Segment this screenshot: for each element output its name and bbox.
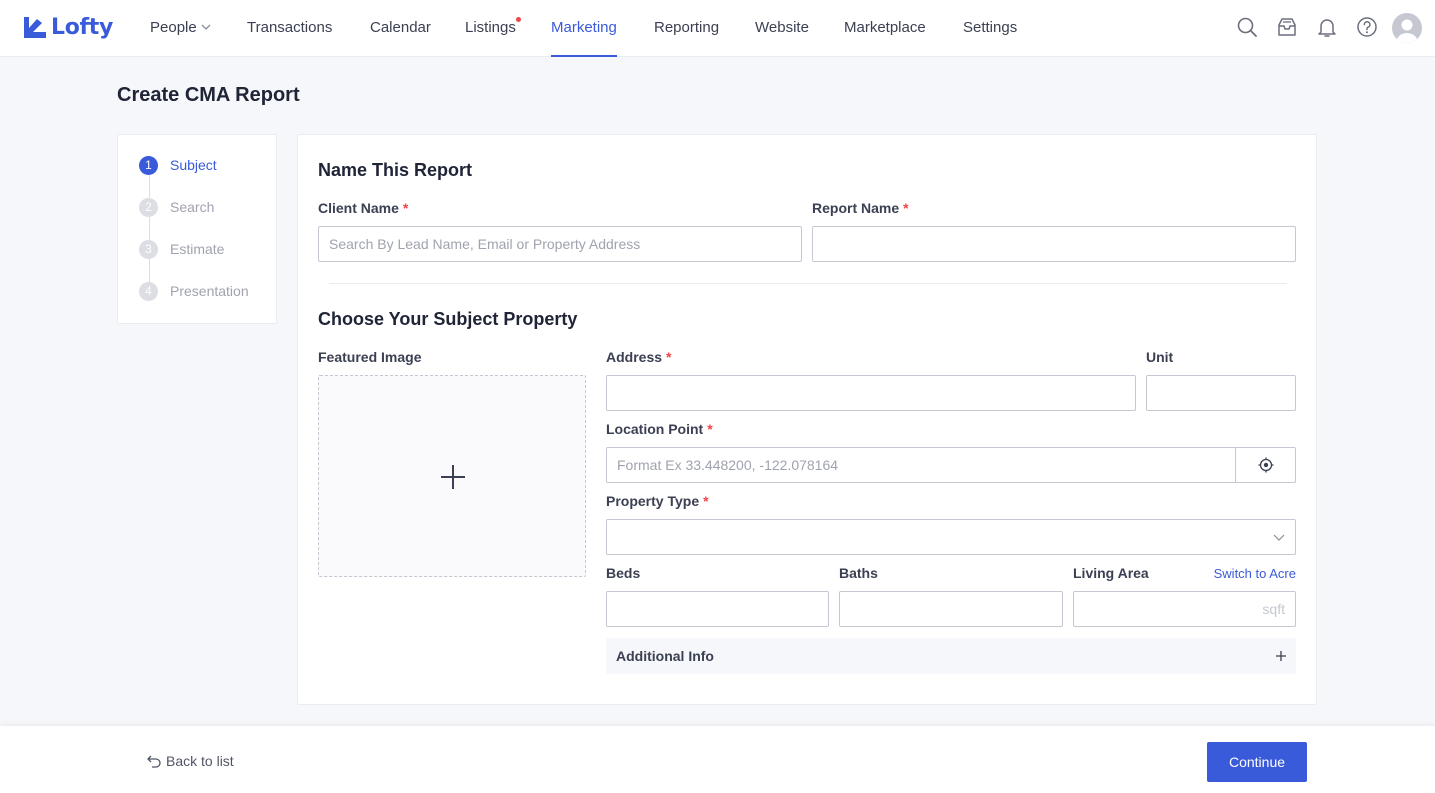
continue-button[interactable]: Continue <box>1207 742 1307 782</box>
logo-mark-icon <box>24 17 46 38</box>
nav-listings-label: Listings <box>465 19 516 36</box>
beds-label: Beds <box>606 565 641 581</box>
area-unit-suffix: sqft <box>1262 601 1285 617</box>
client-name-label-text: Client Name <box>318 200 399 216</box>
property-type-select[interactable] <box>606 519 1296 555</box>
location-point-label: Location Point * <box>606 421 713 437</box>
client-name-input[interactable]: Search By Lead Name, Email or Property A… <box>318 226 802 262</box>
name-section-title: Name This Report <box>318 160 473 180</box>
nav-transactions-label: Transactions <box>247 19 333 36</box>
nav-people-label: People <box>150 19 197 36</box>
property-type-label: Property Type * <box>606 493 709 509</box>
nav-settings-label: Settings <box>963 19 1018 36</box>
step-connector <box>149 175 150 198</box>
section-divider <box>329 283 1287 284</box>
additional-info-label: Additional Info <box>616 648 714 664</box>
step-number: 2 <box>139 197 158 217</box>
nav-listings[interactable]: Listings <box>465 0 521 57</box>
footer-bar: Back to list Continue <box>0 726 1435 793</box>
notification-dot <box>515 17 521 22</box>
client-name-placeholder: Search By Lead Name, Email or Property A… <box>329 236 641 252</box>
step-label: Subject <box>170 157 217 173</box>
nav-website[interactable]: Website <box>755 0 809 57</box>
subject-section-title: Choose Your Subject Property <box>318 309 578 329</box>
report-name-input[interactable] <box>812 226 1296 262</box>
property-type-label-text: Property Type <box>606 493 700 509</box>
required-mark: * <box>402 200 409 216</box>
step-number: 3 <box>139 239 158 259</box>
nav-settings[interactable]: Settings <box>963 0 1017 57</box>
additional-info-toggle[interactable]: Additional Info <box>606 638 1296 674</box>
living-area-input[interactable]: sqft <box>1073 591 1296 627</box>
nav-marketing-label: Marketing <box>551 19 617 36</box>
avatar[interactable] <box>1392 13 1422 43</box>
bell-icon[interactable] <box>1316 16 1338 38</box>
undo-arrow-icon <box>147 755 161 768</box>
user-avatar-icon <box>1396 19 1418 43</box>
location-point-label-text: Location Point <box>606 421 704 437</box>
step-connector <box>149 217 150 240</box>
step-label: Estimate <box>170 241 225 257</box>
report-form-card: Name This Report Client Name * Search By … <box>297 134 1317 705</box>
featured-image-label: Featured Image <box>318 349 422 365</box>
back-to-list-link[interactable]: Back to list <box>147 753 234 769</box>
search-icon[interactable] <box>1236 16 1258 38</box>
switch-to-acre-link[interactable]: Switch to Acre <box>1214 566 1296 581</box>
locate-icon <box>1258 457 1274 473</box>
address-label: Address * <box>606 349 671 365</box>
plus-icon <box>441 465 465 489</box>
step-connector <box>149 259 150 282</box>
step-number: 1 <box>139 155 158 175</box>
inbox-icon[interactable] <box>1276 16 1298 38</box>
chevron-down-icon <box>1273 534 1285 541</box>
report-name-label-text: Report Name <box>812 200 900 216</box>
page-title: Create CMA Report <box>117 84 300 106</box>
nav-calendar[interactable]: Calendar <box>370 0 431 57</box>
required-mark: * <box>707 421 713 437</box>
logo-text: Lofty <box>51 14 114 40</box>
nav-transactions[interactable]: Transactions <box>247 0 332 57</box>
required-mark: * <box>703 493 709 509</box>
top-navigation: Lofty People Transactions Calendar Listi… <box>0 0 1435 57</box>
nav-website-label: Website <box>755 19 809 36</box>
step-presentation[interactable]: 4 Presentation <box>139 281 249 301</box>
location-point-placeholder: Format Ex 33.448200, -122.078164 <box>617 457 839 473</box>
help-icon[interactable] <box>1356 16 1378 38</box>
plus-icon <box>1276 651 1286 661</box>
step-label: Search <box>170 199 215 215</box>
required-mark: * <box>903 200 909 216</box>
nav-marketplace-label: Marketplace <box>844 19 926 36</box>
step-search[interactable]: 2 Search <box>139 197 214 217</box>
nav-reporting[interactable]: Reporting <box>654 0 719 57</box>
nav-people[interactable]: People <box>150 0 212 57</box>
nav-calendar-label: Calendar <box>370 19 431 36</box>
location-point-input[interactable]: Format Ex 33.448200, -122.078164 <box>606 447 1296 483</box>
locate-button[interactable] <box>1235 448 1295 482</box>
report-name-label: Report Name * <box>812 200 909 216</box>
logo[interactable]: Lofty <box>22 14 113 40</box>
nav-reporting-label: Reporting <box>654 19 720 36</box>
steps-panel: 1 Subject 2 Search 3 Estimate 4 Presenta… <box>117 134 277 324</box>
chevron-down-icon <box>201 24 211 30</box>
step-estimate[interactable]: 3 Estimate <box>139 239 224 259</box>
step-subject[interactable]: 1 Subject <box>139 155 217 175</box>
baths-input[interactable] <box>839 591 1063 627</box>
step-label: Presentation <box>170 283 249 299</box>
nav-marketplace[interactable]: Marketplace <box>844 0 926 57</box>
address-input[interactable] <box>606 375 1136 411</box>
unit-input[interactable] <box>1146 375 1296 411</box>
living-area-label: Living Area <box>1073 565 1149 581</box>
required-mark: * <box>666 349 672 365</box>
step-number: 4 <box>139 281 158 301</box>
baths-label: Baths <box>839 565 878 581</box>
back-to-list-label: Back to list <box>166 753 234 769</box>
featured-image-upload[interactable] <box>318 375 586 577</box>
nav-marketing[interactable]: Marketing <box>551 0 617 57</box>
client-name-label: Client Name * <box>318 200 408 216</box>
beds-input[interactable] <box>606 591 829 627</box>
unit-label: Unit <box>1146 349 1174 365</box>
address-label-text: Address <box>606 349 663 365</box>
